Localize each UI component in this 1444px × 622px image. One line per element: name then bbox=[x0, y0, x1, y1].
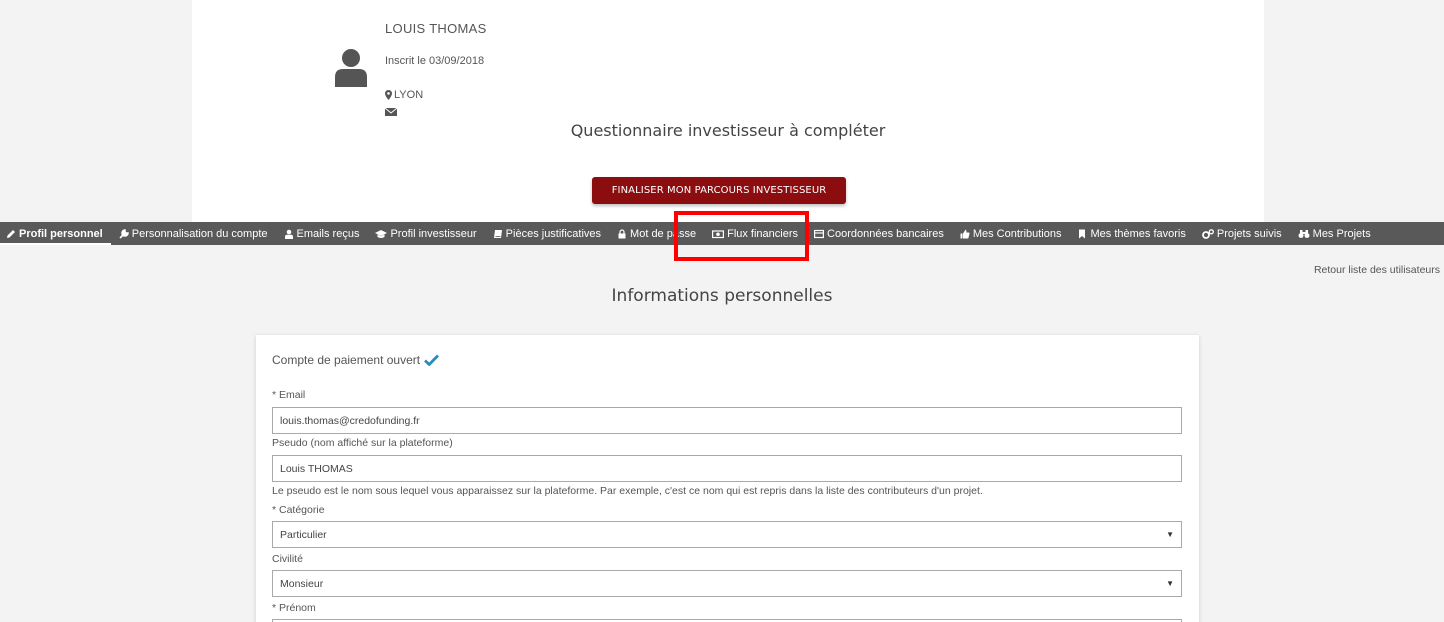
book-icon bbox=[493, 229, 502, 238]
tab-label: Personnalisation du compte bbox=[131, 227, 268, 240]
tab-projets-suivis[interactable]: Projets suivis bbox=[1194, 222, 1290, 245]
back-to-users-link[interactable]: Retour liste des utilisateurs bbox=[1314, 264, 1440, 276]
user-name: LOUIS THOMAS bbox=[385, 21, 487, 36]
profile-tabbar: Profil personnel Personnalisation du com… bbox=[0, 222, 1444, 245]
pseudo-label: Pseudo (nom affiché sur la plateforme) bbox=[272, 437, 453, 449]
tab-label: Profil investisseur bbox=[390, 227, 477, 240]
tab-label: Profil personnel bbox=[19, 227, 103, 240]
tab-label: Coordonnées bancaires bbox=[827, 227, 944, 240]
tab-mes-projets[interactable]: Mes Projets bbox=[1290, 222, 1379, 245]
pencil-icon bbox=[7, 229, 15, 238]
user-location: LYON bbox=[385, 89, 423, 101]
cogs-icon bbox=[1201, 228, 1214, 239]
tab-personnalisation[interactable]: Personnalisation du compte bbox=[111, 222, 276, 245]
email-field[interactable] bbox=[272, 407, 1182, 434]
tab-flux-financiers[interactable]: Flux financiers bbox=[704, 222, 806, 245]
civility-label: Civilité bbox=[272, 553, 303, 565]
graduation-cap-icon bbox=[375, 229, 388, 238]
category-selected-value: Particulier bbox=[280, 528, 327, 541]
card-icon bbox=[814, 229, 825, 238]
payment-account-status: Compte de paiement ouvert bbox=[272, 353, 440, 367]
user-city: LYON bbox=[394, 89, 424, 101]
section-title: Informations personnelles bbox=[611, 286, 833, 306]
map-marker-icon bbox=[385, 90, 392, 100]
payment-status-text: Compte de paiement ouvert bbox=[272, 353, 421, 367]
tab-coordonnees-bancaires[interactable]: Coordonnées bancaires bbox=[806, 222, 952, 245]
tab-label: Projets suivis bbox=[1216, 227, 1282, 240]
tab-mes-themes-favoris[interactable]: Mes thèmes favoris bbox=[1069, 222, 1193, 245]
firstname-label: * Prénom bbox=[272, 602, 316, 614]
tab-label: Mot de passe bbox=[630, 227, 697, 240]
tab-profil-investisseur[interactable]: Profil investisseur bbox=[367, 222, 484, 245]
user-icon bbox=[284, 229, 293, 239]
category-label: * Catégorie bbox=[272, 504, 325, 516]
tab-mot-de-passe[interactable]: Mot de passe bbox=[609, 222, 704, 245]
checkmark-icon bbox=[424, 354, 440, 366]
tab-label: Emails reçus bbox=[296, 227, 360, 240]
bookmark-icon bbox=[1079, 229, 1086, 238]
email-label: * Email bbox=[272, 389, 306, 401]
personal-info-form: Compte de paiement ouvert * Email Pseudo… bbox=[256, 335, 1199, 622]
tab-emails-recus[interactable]: Emails reçus bbox=[276, 222, 368, 245]
profile-header: LOUIS THOMAS Inscrit le 03/09/2018 LYON … bbox=[192, 0, 1264, 222]
registration-date: Inscrit le 03/09/2018 bbox=[385, 55, 485, 67]
tab-label: Mes Projets bbox=[1312, 227, 1371, 240]
questionnaire-title: Questionnaire investisseur à compléter bbox=[570, 121, 886, 140]
lock-icon bbox=[618, 228, 626, 238]
user-avatar-icon bbox=[335, 49, 367, 87]
tab-profil-personnel[interactable]: Profil personnel bbox=[0, 222, 111, 245]
thumbs-up-icon bbox=[960, 229, 970, 238]
envelope-icon[interactable] bbox=[385, 107, 397, 117]
tab-mes-contributions[interactable]: Mes Contributions bbox=[952, 222, 1070, 245]
money-icon bbox=[712, 229, 725, 238]
binoculars-icon bbox=[1298, 229, 1310, 238]
pseudo-field[interactable] bbox=[272, 455, 1182, 482]
caret-down-icon: ▼ bbox=[1166, 530, 1174, 539]
tab-pieces-justificatives[interactable]: Pièces justificatives bbox=[485, 222, 609, 245]
civility-selected-value: Monsieur bbox=[280, 577, 324, 590]
wrench-icon bbox=[119, 228, 129, 239]
caret-down-icon: ▼ bbox=[1166, 579, 1174, 588]
civility-select[interactable]: Monsieur ▼ bbox=[272, 570, 1182, 597]
tab-label: Flux financiers bbox=[727, 227, 799, 240]
pseudo-help-text: Le pseudo est le nom sous lequel vous ap… bbox=[272, 485, 983, 497]
tab-label: Pièces justificatives bbox=[505, 227, 602, 240]
tab-label: Mes Contributions bbox=[972, 227, 1062, 240]
category-select[interactable]: Particulier ▼ bbox=[272, 521, 1182, 548]
finalize-investor-button[interactable]: FINALISER MON PARCOURS INVESTISSEUR bbox=[592, 177, 846, 204]
tab-label: Mes thèmes favoris bbox=[1090, 227, 1186, 240]
